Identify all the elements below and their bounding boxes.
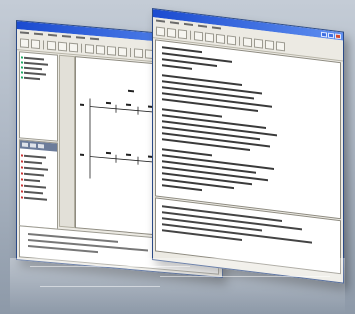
library-item-icon [21,160,23,163]
reflection-line [40,286,160,287]
toolbar-button[interactable] [216,33,225,44]
library-item[interactable] [24,172,44,177]
library-item-icon [21,154,23,157]
menu-item[interactable] [212,26,221,30]
floor-reflection [10,258,345,314]
project-tree[interactable] [19,51,58,142]
minimize-button[interactable] [321,31,327,37]
code-line [162,64,192,70]
text-editor-window[interactable] [152,8,344,284]
menu-item[interactable] [20,31,29,35]
toolbar-button[interactable] [31,38,40,49]
library-item-icon [21,166,23,169]
toolbar-separator [190,30,191,40]
toolbar-separator [43,39,44,49]
toolbar-button[interactable] [58,41,67,51]
library-item[interactable] [24,196,47,201]
library-item[interactable] [24,184,46,189]
toolbar-button[interactable] [194,30,203,41]
tree-item[interactable] [24,71,46,76]
toolbar-separator [239,36,240,46]
menu-item[interactable] [156,19,165,23]
library-item[interactable] [24,190,43,195]
toolbar-button[interactable] [276,40,285,51]
library-item[interactable] [24,154,46,159]
code-editor[interactable] [155,39,341,220]
toolbar-separator [81,43,82,53]
toolbar-button[interactable] [20,37,29,48]
tree-item[interactable] [24,76,40,81]
menu-item[interactable] [62,35,71,38]
library-item-icon [21,178,23,181]
toolbar-button[interactable] [134,47,143,58]
palette-strip[interactable] [59,54,75,229]
menu-item[interactable] [184,22,193,27]
toolbar-button[interactable] [47,40,56,50]
toolbar-button[interactable] [265,39,274,50]
library-item-icon [21,196,23,199]
close-button[interactable] [335,32,341,39]
library-tab[interactable] [38,143,44,149]
toolbar-button[interactable] [85,43,94,54]
library-item-icon [21,184,23,187]
library-item[interactable] [24,166,48,171]
reflection-line [160,276,330,277]
library-tabs [20,140,57,152]
menu-item[interactable] [34,32,43,36]
toolbar-button[interactable] [254,38,263,49]
toolbar-button[interactable] [107,45,116,56]
menu-item[interactable] [170,21,179,25]
toolbar-separator [130,47,131,57]
toolbar-button[interactable] [167,27,176,38]
screenshot-stage [0,0,355,314]
library-item[interactable] [24,160,42,165]
library-panel[interactable] [19,139,58,230]
tree-node-icon [21,71,23,74]
menu-item[interactable] [48,33,57,37]
tree-node-icon [21,61,23,64]
code-line [162,184,202,192]
tree-item[interactable] [24,61,48,66]
toolbar-button[interactable] [227,34,236,45]
tree-node-icon [21,56,23,59]
library-tab[interactable] [30,143,36,148]
menu-item[interactable] [90,37,99,41]
tree-node-icon [21,76,23,79]
toolbar-button[interactable] [118,46,127,57]
maximize-button[interactable] [328,32,334,38]
menu-item[interactable] [76,36,85,40]
toolbar-button[interactable] [178,28,187,39]
library-item[interactable] [24,178,40,183]
library-item-icon [21,172,23,175]
library-tab[interactable] [22,142,28,148]
toolbar-button[interactable] [243,36,252,47]
toolbar-button[interactable] [156,25,165,37]
toolbar-button[interactable] [205,32,214,43]
toolbar-button[interactable] [69,42,78,52]
library-item-icon [21,190,23,193]
tree-item[interactable] [24,66,42,71]
toolbar-button[interactable] [96,44,105,55]
reflection-line [30,266,190,267]
tree-item[interactable] [24,56,44,61]
tree-node-icon [21,66,23,69]
menu-item[interactable] [198,24,207,28]
